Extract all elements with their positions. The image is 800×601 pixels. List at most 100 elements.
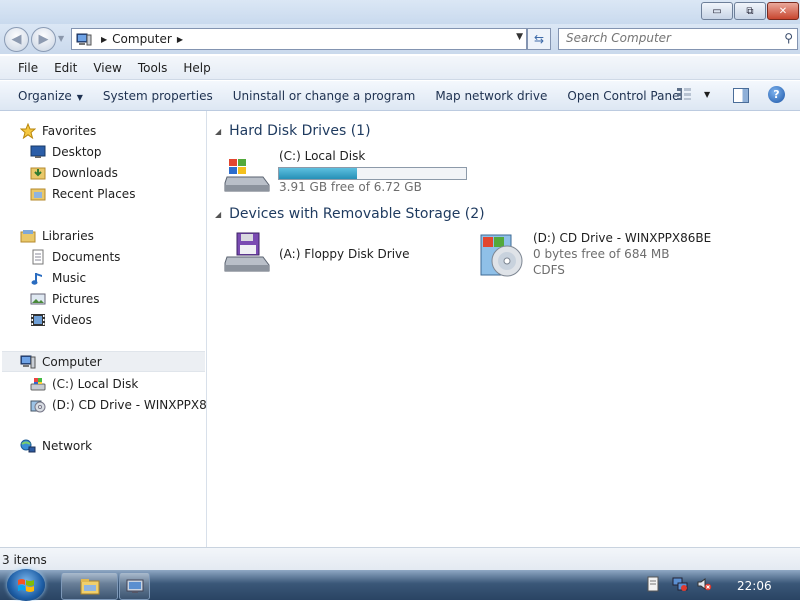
menu-edit[interactable]: Edit — [46, 61, 85, 75]
nav-pictures[interactable]: Pictures — [30, 288, 100, 309]
cd-drive-icon — [480, 234, 523, 277]
status-bar: 3 items — [0, 547, 800, 571]
chevron-down-icon: ▼ — [76, 92, 83, 102]
system-properties-button[interactable]: System properties — [95, 89, 221, 103]
search-input[interactable] — [559, 29, 771, 47]
documents-icon — [30, 249, 46, 265]
breadcrumb-chevron-icon[interactable]: ▶ — [177, 35, 183, 44]
navigation-pane: Favorites Desktop Downloads Recent Place… — [0, 111, 230, 547]
drive-name: (C:) Local Disk — [279, 149, 366, 163]
uninstall-program-button[interactable]: Uninstall or change a program — [225, 89, 424, 103]
back-button[interactable]: ◀ — [4, 27, 29, 52]
nav-music[interactable]: Music — [30, 267, 86, 288]
menu-tools[interactable]: Tools — [130, 61, 176, 75]
help-button[interactable]: ? — [768, 86, 785, 103]
nav-downloads[interactable]: Downloads — [30, 162, 118, 183]
maximize-button[interactable]: ⧉ — [734, 2, 766, 20]
open-control-panel-button[interactable]: Open Control Panel — [559, 89, 690, 103]
group-header-removable-storage[interactable]: ◢ Devices with Removable Storage (2) — [215, 203, 485, 225]
navigation-bar: ◀ ▶ ▼ ▶ Computer ▶ ▼ ⇆ ⚲ — [0, 24, 800, 54]
nav-network[interactable]: Network — [20, 435, 92, 456]
nav-libraries[interactable]: Libraries — [20, 225, 94, 246]
nav-label: Favorites — [42, 123, 97, 138]
music-note-icon — [30, 270, 46, 286]
drive-free-space: 3.91 GB free of 6.72 GB — [279, 180, 422, 194]
change-view-button[interactable]: ▼ — [676, 87, 710, 101]
preview-pane-button[interactable] — [733, 88, 749, 103]
volume-muted-icon[interactable] — [696, 576, 712, 595]
taskbar-explorer-button[interactable] — [61, 572, 118, 600]
map-network-drive-button[interactable]: Map network drive — [427, 89, 555, 103]
help-icon: ? — [773, 88, 780, 101]
chevron-down-icon: ▼ — [704, 89, 711, 99]
drive-item-c[interactable]: (C:) Local Disk 3.91 GB free of 6.72 GB — [223, 147, 493, 197]
close-button[interactable]: ✕ — [767, 2, 799, 20]
content-pane: ◢ Hard Disk Drives (1) (C:) Local Disk 3… — [207, 111, 800, 547]
folder-icon — [80, 579, 99, 595]
breadcrumb-separator-icon[interactable]: ▶ — [101, 35, 107, 44]
organize-label: Organize — [18, 88, 72, 103]
libraries-icon — [20, 228, 36, 244]
drive-name: (A:) Floppy Disk Drive — [279, 247, 410, 261]
search-box: ⚲ — [558, 28, 798, 50]
drive-name: (D:) CD Drive - WINXPPX86BE — [533, 231, 712, 245]
forward-arrow-icon: ▶ — [38, 32, 49, 47]
disk-usage-bar — [278, 167, 467, 180]
nav-computer[interactable]: Computer — [2, 351, 205, 372]
taskbar: 22:06 — [0, 569, 800, 601]
downloads-folder-icon — [30, 165, 46, 181]
menu-view[interactable]: View — [85, 61, 129, 75]
nav-desktop[interactable]: Desktop — [30, 141, 102, 162]
refresh-button[interactable]: ⇆ — [527, 28, 551, 50]
nav-recent-places[interactable]: Recent Places — [30, 183, 135, 204]
network-status-icon[interactable] — [672, 576, 688, 595]
nav-videos[interactable]: Videos — [30, 309, 92, 330]
menu-file[interactable]: File — [10, 61, 46, 75]
videos-icon — [30, 312, 46, 328]
nav-label: Network — [42, 438, 93, 453]
close-icon: ✕ — [778, 5, 788, 17]
nav-label: Documents — [52, 249, 121, 264]
group-header-hard-disk-drives[interactable]: ◢ Hard Disk Drives (1) — [215, 120, 371, 142]
computer-window-icon — [126, 579, 143, 593]
collapse-triangle-icon[interactable]: ◢ — [215, 210, 221, 219]
nav-documents[interactable]: Documents — [30, 246, 120, 267]
organize-button[interactable]: Organize ▼ — [10, 89, 91, 103]
breadcrumb-computer[interactable]: Computer — [112, 32, 172, 46]
nav-d-drive[interactable]: (D:) CD Drive - WINXPPX86BE — [30, 394, 230, 415]
nav-label: Recent Places — [52, 186, 136, 201]
group-title: Hard Disk Drives (1) — [229, 123, 371, 139]
explorer-window: ▭ ⧉ ✕ ◀ ▶ ▼ ▶ Computer ▶ ▼ ⇆ ⚲ File Edit… — [0, 0, 800, 571]
nav-c-drive[interactable]: (C:) Local Disk — [30, 373, 138, 394]
nav-favorites[interactable]: Favorites — [19, 120, 97, 141]
floppy-drive-icon — [224, 232, 270, 272]
minimize-button[interactable]: ▭ — [701, 2, 733, 20]
recent-places-icon — [30, 186, 46, 202]
nav-label: Music — [52, 270, 87, 285]
action-center-icon[interactable] — [646, 576, 660, 595]
desktop-icon — [30, 144, 46, 160]
system-tray — [636, 570, 712, 600]
taskbar-computer-button[interactable] — [119, 572, 150, 600]
drive-item-d[interactable]: (D:) CD Drive - WINXPPX86BE 0 bytes free… — [479, 229, 739, 285]
address-bar[interactable]: ▶ Computer ▶ ▼ — [71, 28, 527, 50]
start-button[interactable] — [7, 569, 45, 601]
collapse-triangle-icon[interactable]: ◢ — [215, 127, 221, 136]
nav-label: Videos — [52, 312, 92, 327]
nav-label: Desktop — [52, 144, 102, 159]
group-title: Devices with Removable Storage (2) — [229, 206, 485, 222]
forward-button[interactable]: ▶ — [31, 27, 56, 52]
search-icon[interactable]: ⚲ — [784, 31, 793, 45]
system-clock[interactable]: 22:06 — [737, 579, 772, 593]
drive-item-a[interactable]: (A:) Floppy Disk Drive — [223, 231, 463, 281]
minimize-icon: ▭ — [712, 5, 722, 17]
disk-usage-fill — [279, 168, 358, 179]
computer-icon — [76, 33, 92, 45]
address-dropdown-icon[interactable]: ▼ — [516, 32, 523, 42]
recent-pages-dropdown[interactable]: ▼ — [58, 34, 64, 43]
title-bar: ▭ ⧉ ✕ — [0, 0, 800, 24]
back-arrow-icon: ◀ — [11, 32, 22, 47]
drive-free-space: 0 bytes free of 684 MB — [533, 247, 670, 261]
menu-help[interactable]: Help — [175, 61, 218, 75]
nav-label: (C:) Local Disk — [52, 376, 139, 391]
